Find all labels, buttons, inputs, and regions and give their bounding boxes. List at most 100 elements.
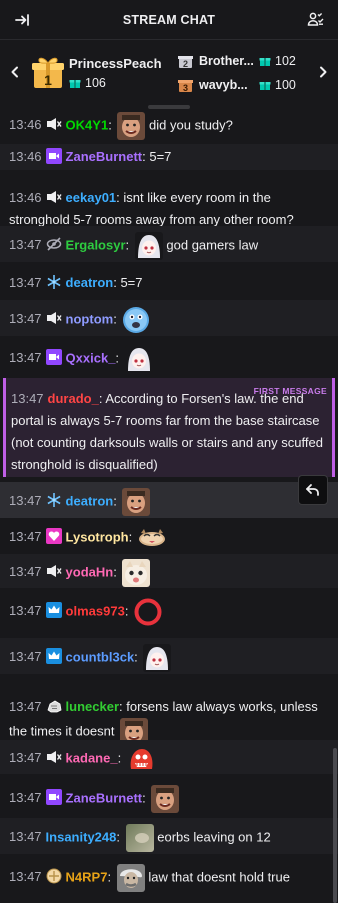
message-timestamp: 13:46 [9, 190, 42, 205]
chat-message[interactable]: 13:47 deatron: 5=7 [0, 268, 338, 298]
message-username[interactable]: ZaneBurnett [66, 790, 143, 805]
cat-emote[interactable] [138, 524, 166, 552]
message-separator: : [108, 117, 116, 133]
face-emote[interactable] [117, 112, 146, 140]
message-timestamp: 13:47 [9, 603, 42, 619]
message-timestamp: 13:47 [9, 790, 42, 806]
chat-message[interactable]: 13:46 OK4Y1: did you study? [0, 110, 338, 140]
message-timestamp: 13:47 [9, 750, 42, 766]
leaderboard-next-button[interactable] [312, 52, 334, 92]
message-separator: : [116, 829, 124, 845]
blue-blob-emote[interactable] [122, 306, 150, 334]
message-username[interactable]: lunecker [66, 699, 119, 714]
message-timestamp: 13:47 [11, 391, 44, 406]
chat-scrollbar[interactable] [333, 748, 337, 903]
message-username[interactable]: Qxxick_ [66, 350, 116, 365]
first-message-highlight[interactable]: FIRST MESSAGE 13:47 durado_: According to … [3, 378, 335, 477]
red-ring-emote[interactable] [134, 598, 162, 626]
message-username[interactable]: olmas973 [66, 603, 125, 618]
third-gifter-name: wavyb... [199, 78, 248, 92]
coin-badge-icon [46, 868, 62, 884]
message-separator: : [113, 493, 121, 509]
chat-message[interactable]: 13:47 Lysotroph: [0, 520, 338, 552]
chevron-left-icon [11, 66, 18, 78]
message-timestamp: 13:47 [9, 649, 42, 665]
blurry-emote[interactable] [125, 824, 154, 852]
message-username[interactable]: deatron [66, 493, 114, 508]
chat-message[interactable]: 13:47 deatron: [0, 482, 338, 518]
community-button[interactable] [304, 8, 328, 32]
heart-gem-badge-icon [45, 528, 62, 545]
rock-badge-icon [47, 700, 61, 713]
leaderboard-prev-button[interactable] [4, 52, 26, 92]
chat-header: STREAM CHAT [0, 0, 338, 40]
message-username[interactable]: yodaHn [66, 564, 114, 579]
message-username[interactable]: countbl3ck [66, 649, 135, 664]
reply-arrow-icon [306, 484, 319, 496]
message-text: did you study? [149, 117, 233, 133]
chat-message[interactable]: 13:46 eekay01: isnt like every room in th… [0, 176, 338, 231]
chat-message-list[interactable]: 13:46 OK4Y1: did you study? 13:46 ZaneBurne… [0, 108, 338, 903]
anime-emote[interactable] [134, 232, 163, 260]
message-username[interactable]: durado_ [48, 391, 99, 406]
chat-message[interactable]: 13:47 kadane_: [0, 740, 338, 774]
face-emote[interactable] [122, 488, 151, 516]
message-separator: : [107, 869, 115, 885]
reply-button[interactable] [298, 475, 328, 505]
second-gifter[interactable]: 2 Brother... 102 [178, 52, 308, 70]
video-badge-icon [45, 349, 62, 366]
message-username[interactable]: noptom [66, 311, 114, 326]
chat-message[interactable]: 13:47 olmas973: [0, 592, 338, 628]
message-separator: : [113, 564, 121, 580]
mute-badge-icon [46, 191, 62, 203]
chat-message[interactable]: 13:46 ZaneBurnett: 5=7 [0, 144, 338, 170]
message-username[interactable]: deatron [66, 275, 114, 290]
bronze-gift-rank-icon: 3 [178, 80, 193, 93]
message-username[interactable]: Lysotroph [66, 529, 129, 544]
chat-message[interactable]: 13:47 lunecker: forsens law always works,… [0, 676, 338, 746]
chat-message[interactable]: 13:47 ZaneBurnett: [0, 778, 338, 816]
chat-message[interactable]: 13:47 countbl3ck: [0, 638, 338, 674]
message-separator: : [117, 750, 125, 766]
top-gifter[interactable]: 1 PrincessPeach 106 [32, 54, 172, 94]
message-username[interactable]: ZaneBurnett [66, 149, 143, 164]
message-username[interactable]: kadane_ [66, 750, 118, 765]
chat-message[interactable]: 13:47 Ergalosyr: god gamers law [0, 226, 338, 262]
second-gifter-count-value: 102 [275, 54, 296, 68]
chat-message[interactable]: 13:47 N4RP7: law that doesnt hold true [0, 856, 338, 896]
chat-message[interactable]: 13:47 yodaHn: [0, 554, 338, 588]
message-timestamp: 13:47 [9, 699, 42, 714]
anime-emote[interactable] [124, 345, 153, 373]
anime-emote[interactable] [143, 644, 172, 672]
video-badge-icon [45, 789, 62, 806]
message-space [115, 723, 119, 738]
message-timestamp: 13:47 [9, 493, 42, 509]
chevron-right-icon [320, 66, 327, 78]
silver-rank-number: 2 [183, 59, 188, 69]
message-username[interactable]: N4RP7 [66, 869, 108, 884]
third-gifter[interactable]: 3 wavyb... 100 [178, 76, 308, 94]
message-separator: : [128, 529, 136, 545]
collapse-arrow-icon [15, 14, 29, 26]
einstein-emote[interactable] [116, 864, 145, 892]
gold-gift-rank-icon: 1 [32, 57, 64, 88]
message-text: eorbs leaving on 12 [157, 829, 271, 845]
bronze-rank-number: 3 [183, 83, 188, 93]
cat-face-emote[interactable] [122, 559, 151, 587]
message-timestamp: 13:47 [9, 275, 42, 290]
message-timestamp: 13:47 [9, 311, 42, 327]
red-creature-emote[interactable] [127, 745, 155, 773]
message-username[interactable]: eekay01 [66, 190, 117, 205]
gift-icon [69, 80, 81, 88]
message-separator: : [134, 649, 142, 665]
message-username[interactable]: Insanity248 [46, 829, 117, 844]
chat-message[interactable]: 13:47 noptom: [0, 300, 338, 336]
message-separator: : [115, 350, 123, 366]
users-icon [307, 12, 324, 26]
message-username[interactable]: Ergalosyr [66, 237, 126, 252]
chat-message[interactable]: 13:47 Qxxick_: [0, 338, 338, 376]
face-emote[interactable] [151, 785, 180, 813]
message-username[interactable]: OK4Y1 [66, 117, 109, 132]
collapse-chat-button[interactable] [10, 8, 34, 32]
chat-message[interactable]: 13:47 Insanity248: eorbs leaving on 12 [0, 818, 338, 854]
